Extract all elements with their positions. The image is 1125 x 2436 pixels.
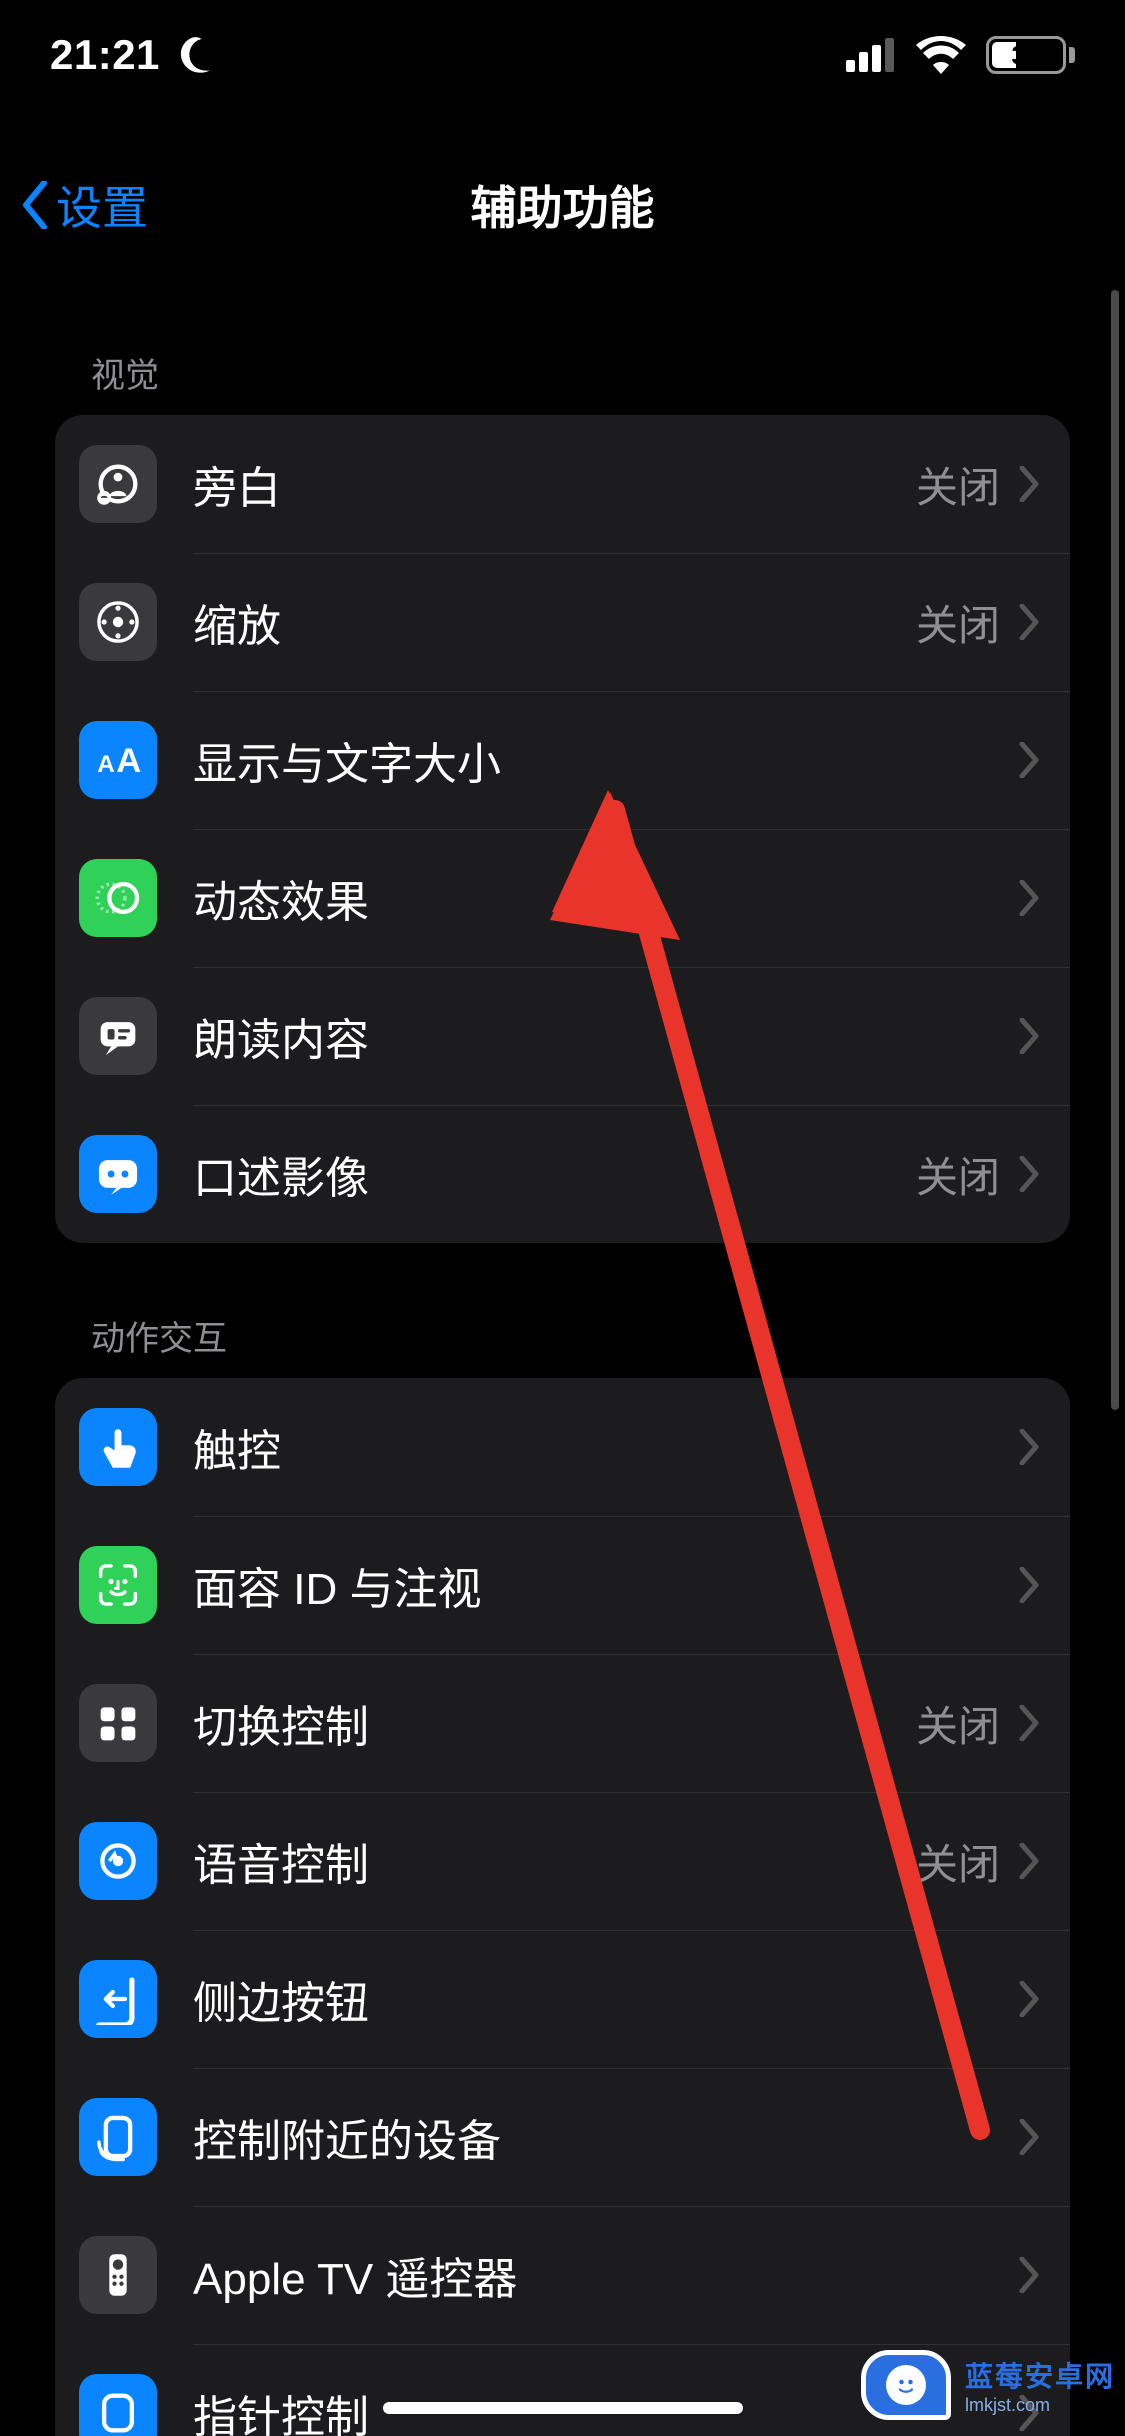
home-indicator (383, 2402, 743, 2414)
row-audio-descriptions[interactable]: 口述影像 关闭 (55, 1105, 1070, 1243)
back-button[interactable]: 设置 (0, 172, 148, 238)
row-value: 关闭 (916, 454, 1000, 515)
switch-control-icon (79, 1684, 157, 1762)
status-time: 21:21 (50, 31, 160, 79)
section-physical: 触控 面容 ID 与注视 切换控制 关闭 (55, 1378, 1070, 2436)
nav-bar: 设置 辅助功能 (0, 160, 1125, 250)
row-value: 关闭 (916, 1144, 1000, 1205)
row-motion[interactable]: 动态效果 (55, 829, 1070, 967)
faceid-icon (79, 1546, 157, 1624)
watermark-logo-icon (861, 2350, 951, 2420)
row-label: 口述影像 (193, 1142, 916, 1206)
nearby-devices-icon (79, 2098, 157, 2176)
row-label: 侧边按钮 (193, 1967, 1018, 2031)
touch-icon (79, 1408, 157, 1486)
zoom-icon (79, 583, 157, 661)
motion-icon (79, 859, 157, 937)
battery-icon: 33 (986, 36, 1075, 74)
chevron-right-icon (1018, 1981, 1040, 2017)
wifi-icon (916, 36, 966, 74)
row-display-text-size[interactable]: AA 显示与文字大小 (55, 691, 1070, 829)
row-voiceover[interactable]: 旁白 关闭 (55, 415, 1070, 553)
audio-descriptions-icon (79, 1135, 157, 1213)
watermark-line2: lmkjst.com (965, 2395, 1050, 2416)
row-label: 旁白 (193, 452, 916, 516)
section-header-vision: 视觉 (55, 280, 1070, 415)
page-title: 辅助功能 (0, 172, 1125, 238)
voice-control-icon (79, 1822, 157, 1900)
status-right: 33 (846, 36, 1075, 74)
side-button-icon (79, 1960, 157, 2038)
watermark-line1: 蓝莓安卓网 (965, 2355, 1115, 2395)
do-not-disturb-icon (178, 36, 216, 74)
chevron-right-icon (1018, 880, 1040, 916)
chevron-right-icon (1018, 604, 1040, 640)
row-spoken-content[interactable]: 朗读内容 (55, 967, 1070, 1105)
status-left: 21:21 (50, 31, 216, 79)
spoken-content-icon (79, 997, 157, 1075)
row-label: 面容 ID 与注视 (193, 1553, 1018, 1617)
chevron-right-icon (1018, 1843, 1040, 1879)
battery-percent: 33 (1012, 40, 1041, 71)
voiceover-icon (79, 445, 157, 523)
chevron-right-icon (1018, 1567, 1040, 1603)
row-control-nearby-devices[interactable]: 控制附近的设备 (55, 2068, 1070, 2206)
row-label: Apple TV 遥控器 (193, 2243, 1018, 2307)
chevron-right-icon (1018, 466, 1040, 502)
svg-text:A: A (97, 751, 115, 778)
chevron-right-icon (1018, 2257, 1040, 2293)
row-label: 语音控制 (193, 1829, 916, 1893)
appletv-remote-icon (79, 2236, 157, 2314)
row-touch[interactable]: 触控 (55, 1378, 1070, 1516)
row-label: 触控 (193, 1415, 1018, 1479)
watermark: 蓝莓安卓网 lmkjst.com (861, 2350, 1115, 2420)
chevron-right-icon (1018, 1156, 1040, 1192)
chevron-right-icon (1018, 1018, 1040, 1054)
row-label: 缩放 (193, 590, 916, 654)
row-label: 朗读内容 (193, 1004, 1018, 1068)
row-label: 动态效果 (193, 866, 1018, 930)
row-label: 切换控制 (193, 1691, 916, 1755)
cellular-signal-icon (846, 38, 896, 72)
row-appletv-remote[interactable]: Apple TV 遥控器 (55, 2206, 1070, 2344)
row-switch-control[interactable]: 切换控制 关闭 (55, 1654, 1070, 1792)
chevron-right-icon (1018, 1705, 1040, 1741)
chevron-right-icon (1018, 2119, 1040, 2155)
section-header-physical: 动作交互 (55, 1243, 1070, 1378)
svg-text:A: A (116, 742, 141, 780)
chevron-right-icon (1018, 742, 1040, 778)
chevron-right-icon (1018, 1429, 1040, 1465)
row-zoom[interactable]: 缩放 关闭 (55, 553, 1070, 691)
row-voice-control[interactable]: 语音控制 关闭 (55, 1792, 1070, 1930)
pointer-control-icon (79, 2374, 157, 2436)
row-label: 显示与文字大小 (193, 728, 1018, 792)
back-label: 设置 (56, 172, 148, 238)
row-label: 控制附近的设备 (193, 2105, 1018, 2169)
text-size-icon: AA (79, 721, 157, 799)
row-value: 关闭 (916, 1693, 1000, 1754)
content-scroll[interactable]: 视觉 旁白 关闭 缩放 关闭 AA (0, 280, 1125, 2436)
section-vision: 旁白 关闭 缩放 关闭 AA 显示与文字大小 (55, 415, 1070, 1243)
row-value: 关闭 (916, 592, 1000, 653)
row-side-button[interactable]: 侧边按钮 (55, 1930, 1070, 2068)
row-faceid-attention[interactable]: 面容 ID 与注视 (55, 1516, 1070, 1654)
status-bar: 21:21 33 (0, 0, 1125, 110)
row-value: 关闭 (916, 1831, 1000, 1892)
chevron-left-icon (20, 181, 50, 229)
